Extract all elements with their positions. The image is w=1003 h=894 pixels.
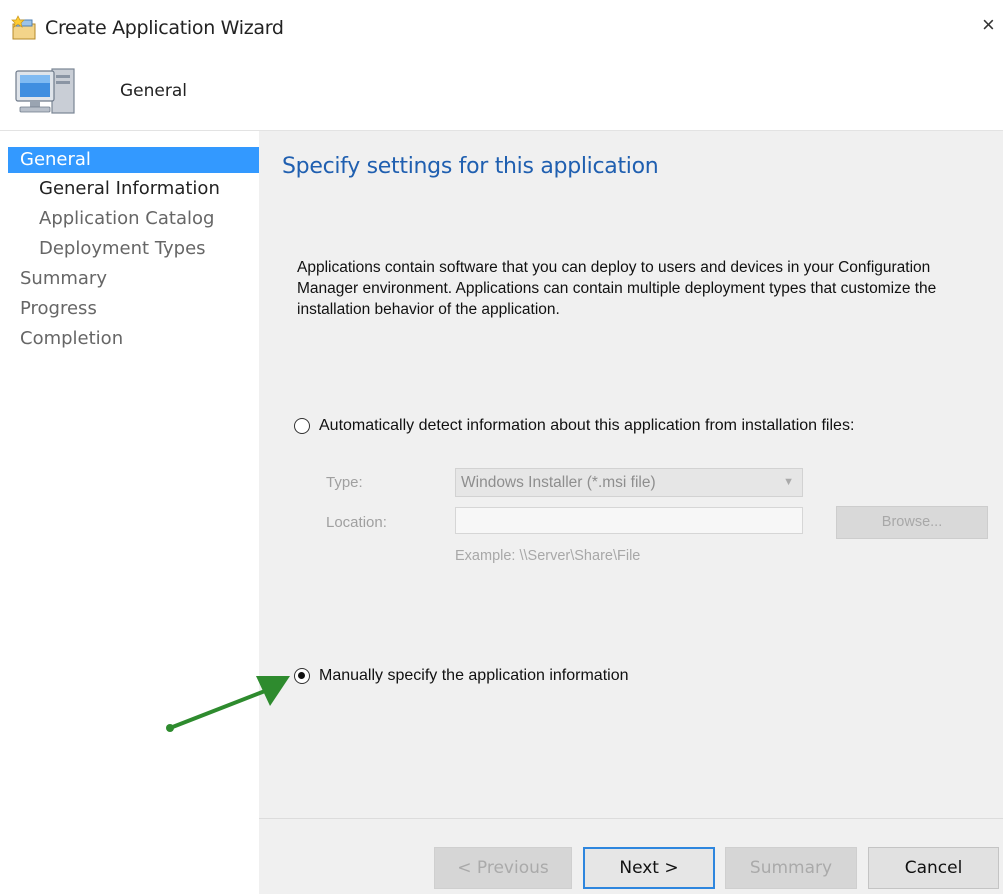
nav-application-catalog[interactable]: Application Catalog xyxy=(39,206,214,232)
auto-detect-radio[interactable] xyxy=(294,418,310,434)
cancel-button[interactable]: Cancel xyxy=(868,847,999,889)
footer-divider xyxy=(259,818,1003,819)
wizard-icon xyxy=(10,14,38,47)
location-label: Location: xyxy=(326,514,387,531)
location-example: Example: \\Server\Share\File xyxy=(455,548,641,564)
close-icon[interactable]: × xyxy=(982,14,995,36)
nav-general[interactable]: General xyxy=(8,147,259,173)
next-button[interactable]: Next > xyxy=(583,847,715,889)
wizard-navigation: General General Information Application … xyxy=(0,131,259,894)
nav-progress[interactable]: Progress xyxy=(20,296,97,322)
page-description: Applications contain software that you c… xyxy=(297,259,937,318)
nav-completion[interactable]: Completion xyxy=(20,326,123,352)
arrow-annotation-icon xyxy=(160,668,295,743)
header-title: General xyxy=(120,81,187,101)
nav-summary[interactable]: Summary xyxy=(20,266,107,292)
nav-deployment-types[interactable]: Deployment Types xyxy=(39,236,206,262)
window-title: Create Application Wizard xyxy=(45,17,284,39)
manual-option[interactable]: Manually specify the application informa… xyxy=(294,667,629,685)
page-heading: Specify settings for this application xyxy=(282,154,659,179)
computer-icon xyxy=(12,63,78,128)
summary-button[interactable]: Summary xyxy=(725,847,857,889)
title-bar: Create Application Wizard × xyxy=(0,0,1003,58)
auto-detect-option[interactable]: Automatically detect information about t… xyxy=(294,417,854,435)
main-panel: Specify settings for this application Ap… xyxy=(259,131,1003,894)
type-select-value: Windows Installer (*.msi file) xyxy=(461,474,656,491)
manual-label: Manually specify the application informa… xyxy=(319,667,629,684)
auto-detect-label: Automatically detect information about t… xyxy=(319,417,855,434)
type-select[interactable]: Windows Installer (*.msi file) ▼ xyxy=(455,468,803,497)
previous-button[interactable]: < Previous xyxy=(434,847,572,889)
manual-radio[interactable] xyxy=(294,668,310,684)
browse-button[interactable]: Browse... xyxy=(836,506,988,539)
type-label: Type: xyxy=(326,474,363,491)
chevron-down-icon: ▼ xyxy=(783,476,794,488)
nav-general-information[interactable]: General Information xyxy=(39,176,220,202)
location-input[interactable] xyxy=(455,507,803,534)
